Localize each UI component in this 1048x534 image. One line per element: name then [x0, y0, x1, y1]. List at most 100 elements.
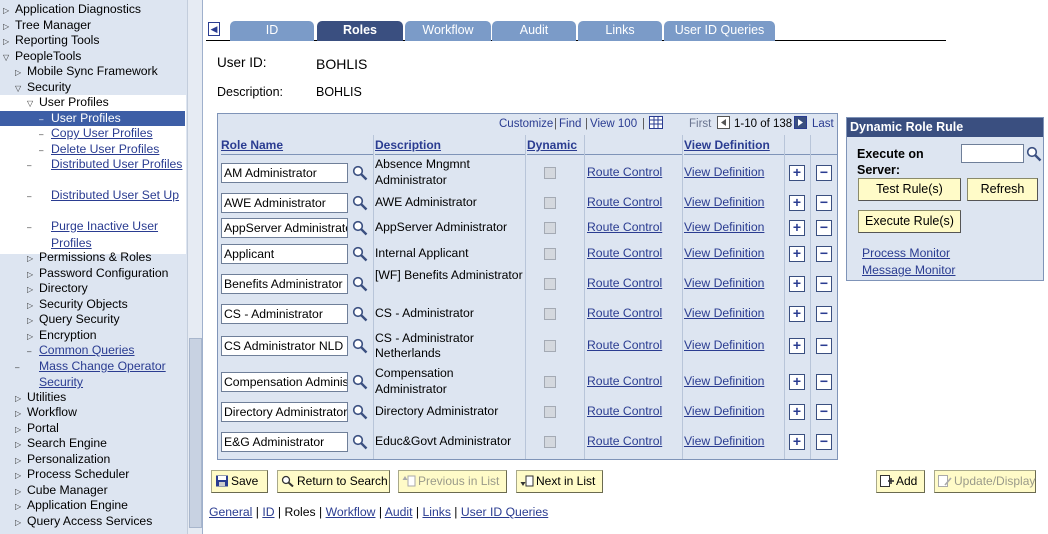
role-name-input[interactable]: E&G Administrator: [221, 431, 348, 452]
route-control-link[interactable]: Route Control: [587, 276, 662, 290]
route-control-link[interactable]: Route Control: [587, 306, 662, 320]
nav-item-mass-change-operator-security[interactable]: – Mass Change Operator Security: [15, 359, 183, 390]
expand-arrow-icon[interactable]: ▷: [27, 313, 36, 328]
column-header-dynamic[interactable]: Dynamic: [527, 135, 586, 155]
nav-item-purge-inactive-user-profiles[interactable]: – Purge Inactive User Profiles: [27, 219, 183, 250]
footer-link-links[interactable]: Links: [422, 505, 450, 519]
nav-item-distributed-user-set-up[interactable]: – Distributed User Set Up: [27, 188, 183, 219]
delete-row-icon[interactable]: −: [816, 338, 832, 354]
delete-row-icon[interactable]: −: [816, 433, 832, 450]
add-row-icon[interactable]: +: [789, 305, 805, 322]
add-row-icon[interactable]: +: [789, 338, 805, 354]
view-definition-link[interactable]: View Definition: [684, 434, 764, 448]
expand-arrow-icon[interactable]: ▷: [15, 65, 24, 80]
view-definition-link[interactable]: View Definition: [684, 374, 764, 388]
nav-item-application-engine[interactable]: ▷ Application Engine: [15, 498, 183, 514]
expand-arrow-icon[interactable]: ▷: [3, 34, 12, 49]
route-control-link[interactable]: Route Control: [587, 165, 662, 179]
process-monitor-link[interactable]: Process Monitor: [862, 246, 950, 260]
view-definition-link[interactable]: View Definition: [684, 165, 764, 179]
nav-item-process-scheduler[interactable]: ▷ Process Scheduler: [15, 467, 183, 483]
previous-page-icon[interactable]: [717, 116, 730, 132]
role-lookup-icon[interactable]: [352, 246, 368, 262]
nav-item-reporting-tools[interactable]: ▷ Reporting Tools: [3, 33, 183, 49]
test-rules-button[interactable]: Test Rule(s): [858, 178, 961, 201]
footer-link-general[interactable]: General: [209, 505, 252, 519]
execute-rules-button[interactable]: Execute Rule(s): [858, 210, 961, 233]
nav-item-password-configuration[interactable]: ▷ Password Configuration: [27, 266, 183, 282]
delete-row-icon[interactable]: −: [816, 246, 832, 262]
customize-link[interactable]: Customize: [499, 118, 553, 130]
nav-item-security-objects[interactable]: ▷ Security Objects: [27, 297, 183, 313]
next-page-icon[interactable]: [794, 116, 807, 132]
nav-item-portal[interactable]: ▷ Portal: [15, 421, 183, 437]
footer-link-user-id-queries[interactable]: User ID Queries: [461, 505, 548, 519]
tab-user-id-queries[interactable]: User ID Queries: [664, 21, 775, 41]
role-lookup-icon[interactable]: [352, 306, 368, 322]
nav-item-directory[interactable]: ▷ Directory: [27, 281, 183, 297]
message-monitor-link[interactable]: Message Monitor: [862, 263, 955, 277]
role-lookup-icon[interactable]: [352, 434, 368, 450]
role-lookup-icon[interactable]: [352, 338, 368, 354]
footer-link-workflow[interactable]: Workflow: [326, 505, 376, 519]
expand-arrow-icon[interactable]: ▷: [15, 391, 24, 406]
add-row-icon[interactable]: +: [789, 164, 805, 181]
nav-item-delete-user-profiles[interactable]: – Delete User Profiles: [39, 142, 183, 158]
add-button[interactable]: Add: [876, 470, 925, 493]
expand-arrow-icon[interactable]: ▷: [3, 19, 12, 34]
collapse-arrow-icon[interactable]: ▽: [3, 50, 12, 65]
expand-arrow-icon[interactable]: ▷: [15, 515, 24, 530]
role-lookup-icon[interactable]: [352, 404, 368, 420]
column-header-role-name[interactable]: Role Name: [221, 135, 373, 155]
collapse-arrow-icon[interactable]: ▽: [27, 96, 36, 111]
route-control-link[interactable]: Route Control: [587, 220, 662, 234]
route-control-link[interactable]: Route Control: [587, 195, 662, 209]
tab-workflow[interactable]: Workflow: [405, 21, 491, 41]
nav-item-user-profiles[interactable]: ▽ User Profiles: [27, 95, 183, 111]
nav-item-tree-manager[interactable]: ▷ Tree Manager: [3, 18, 183, 34]
role-name-input[interactable]: Benefits Administrator: [221, 273, 348, 294]
view-definition-link[interactable]: View Definition: [684, 404, 764, 418]
save-button[interactable]: Save: [211, 470, 268, 493]
nav-item-security[interactable]: ▽ Security: [15, 80, 183, 96]
role-name-input[interactable]: AM Administrator: [221, 162, 348, 183]
expand-arrow-icon[interactable]: ▷: [3, 3, 12, 18]
return-to-search-button[interactable]: Return to Search: [277, 470, 390, 493]
expand-arrow-icon[interactable]: ▷: [27, 329, 36, 344]
nav-item-copy-user-profiles[interactable]: – Copy User Profiles: [39, 126, 183, 142]
role-lookup-icon[interactable]: [352, 220, 368, 236]
nav-item-mobile-sync-framework[interactable]: ▷ Mobile Sync Framework: [15, 64, 183, 80]
role-name-input[interactable]: CS Administrator NLD: [221, 336, 348, 356]
footer-link-audit[interactable]: Audit: [385, 505, 413, 519]
add-row-icon[interactable]: +: [789, 194, 805, 211]
tab-links[interactable]: Links: [578, 21, 662, 41]
role-name-input[interactable]: AppServer Administrator: [221, 218, 348, 238]
footer-link-id[interactable]: ID: [262, 505, 274, 519]
nav-scrollbar-thumb[interactable]: [189, 338, 202, 528]
column-header-view-definition[interactable]: View Definition: [684, 135, 784, 155]
nav-item-encryption[interactable]: ▷ Encryption: [27, 328, 183, 344]
tab-audit[interactable]: Audit: [492, 21, 576, 41]
expand-arrow-icon[interactable]: ▷: [15, 453, 24, 468]
update-display-button[interactable]: Update/Display: [934, 470, 1036, 493]
view-definition-link[interactable]: View Definition: [684, 195, 764, 209]
role-name-input[interactable]: AWE Administrator: [221, 192, 348, 213]
role-lookup-icon[interactable]: [352, 165, 368, 181]
role-name-input[interactable]: CS - Administrator: [221, 303, 348, 324]
role-lookup-icon[interactable]: [352, 276, 368, 292]
nav-item-personalization[interactable]: ▷ Personalization: [15, 452, 183, 468]
route-control-link[interactable]: Route Control: [587, 246, 662, 260]
expand-arrow-icon[interactable]: ▷: [15, 468, 24, 483]
server-lookup-icon[interactable]: [1026, 146, 1042, 165]
tab-scroll-left-icon[interactable]: ◀: [208, 22, 220, 36]
route-control-link[interactable]: Route Control: [587, 374, 662, 388]
expand-arrow-icon[interactable]: ▷: [15, 499, 24, 514]
delete-row-icon[interactable]: −: [816, 275, 832, 292]
column-header-description[interactable]: Description: [375, 135, 525, 155]
delete-row-icon[interactable]: −: [816, 373, 832, 390]
route-control-link[interactable]: Route Control: [587, 338, 662, 352]
nav-item-workflow[interactable]: ▷ Workflow: [15, 405, 183, 421]
add-row-icon[interactable]: +: [789, 275, 805, 292]
nav-item-user-profiles[interactable]: – User Profiles: [0, 110, 185, 126]
view-definition-link[interactable]: View Definition: [684, 338, 764, 352]
